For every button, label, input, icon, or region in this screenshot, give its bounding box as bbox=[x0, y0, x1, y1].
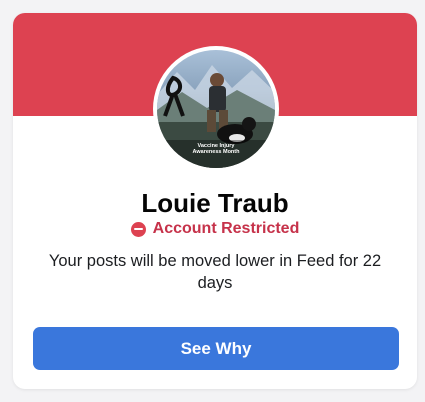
profile-photo: Vaccine Injury Awareness Month bbox=[157, 50, 275, 168]
profile-name[interactable]: Louie Traub bbox=[13, 188, 417, 219]
restriction-card: Vaccine Injury Awareness Month Louie Tra… bbox=[13, 13, 417, 389]
avatar-caption-line2: Awareness Month bbox=[192, 149, 240, 155]
restriction-message: Your posts will be moved lower in Feed f… bbox=[48, 252, 382, 292]
status-label: Account Restricted bbox=[152, 220, 300, 237]
minus-circle-icon bbox=[130, 221, 146, 237]
see-why-button[interactable]: See Why bbox=[33, 327, 399, 370]
avatar[interactable]: Vaccine Injury Awareness Month bbox=[153, 46, 279, 172]
status-badge: Account Restricted bbox=[13, 220, 417, 238]
avatar-caption: Vaccine Injury Awareness Month bbox=[157, 143, 275, 155]
